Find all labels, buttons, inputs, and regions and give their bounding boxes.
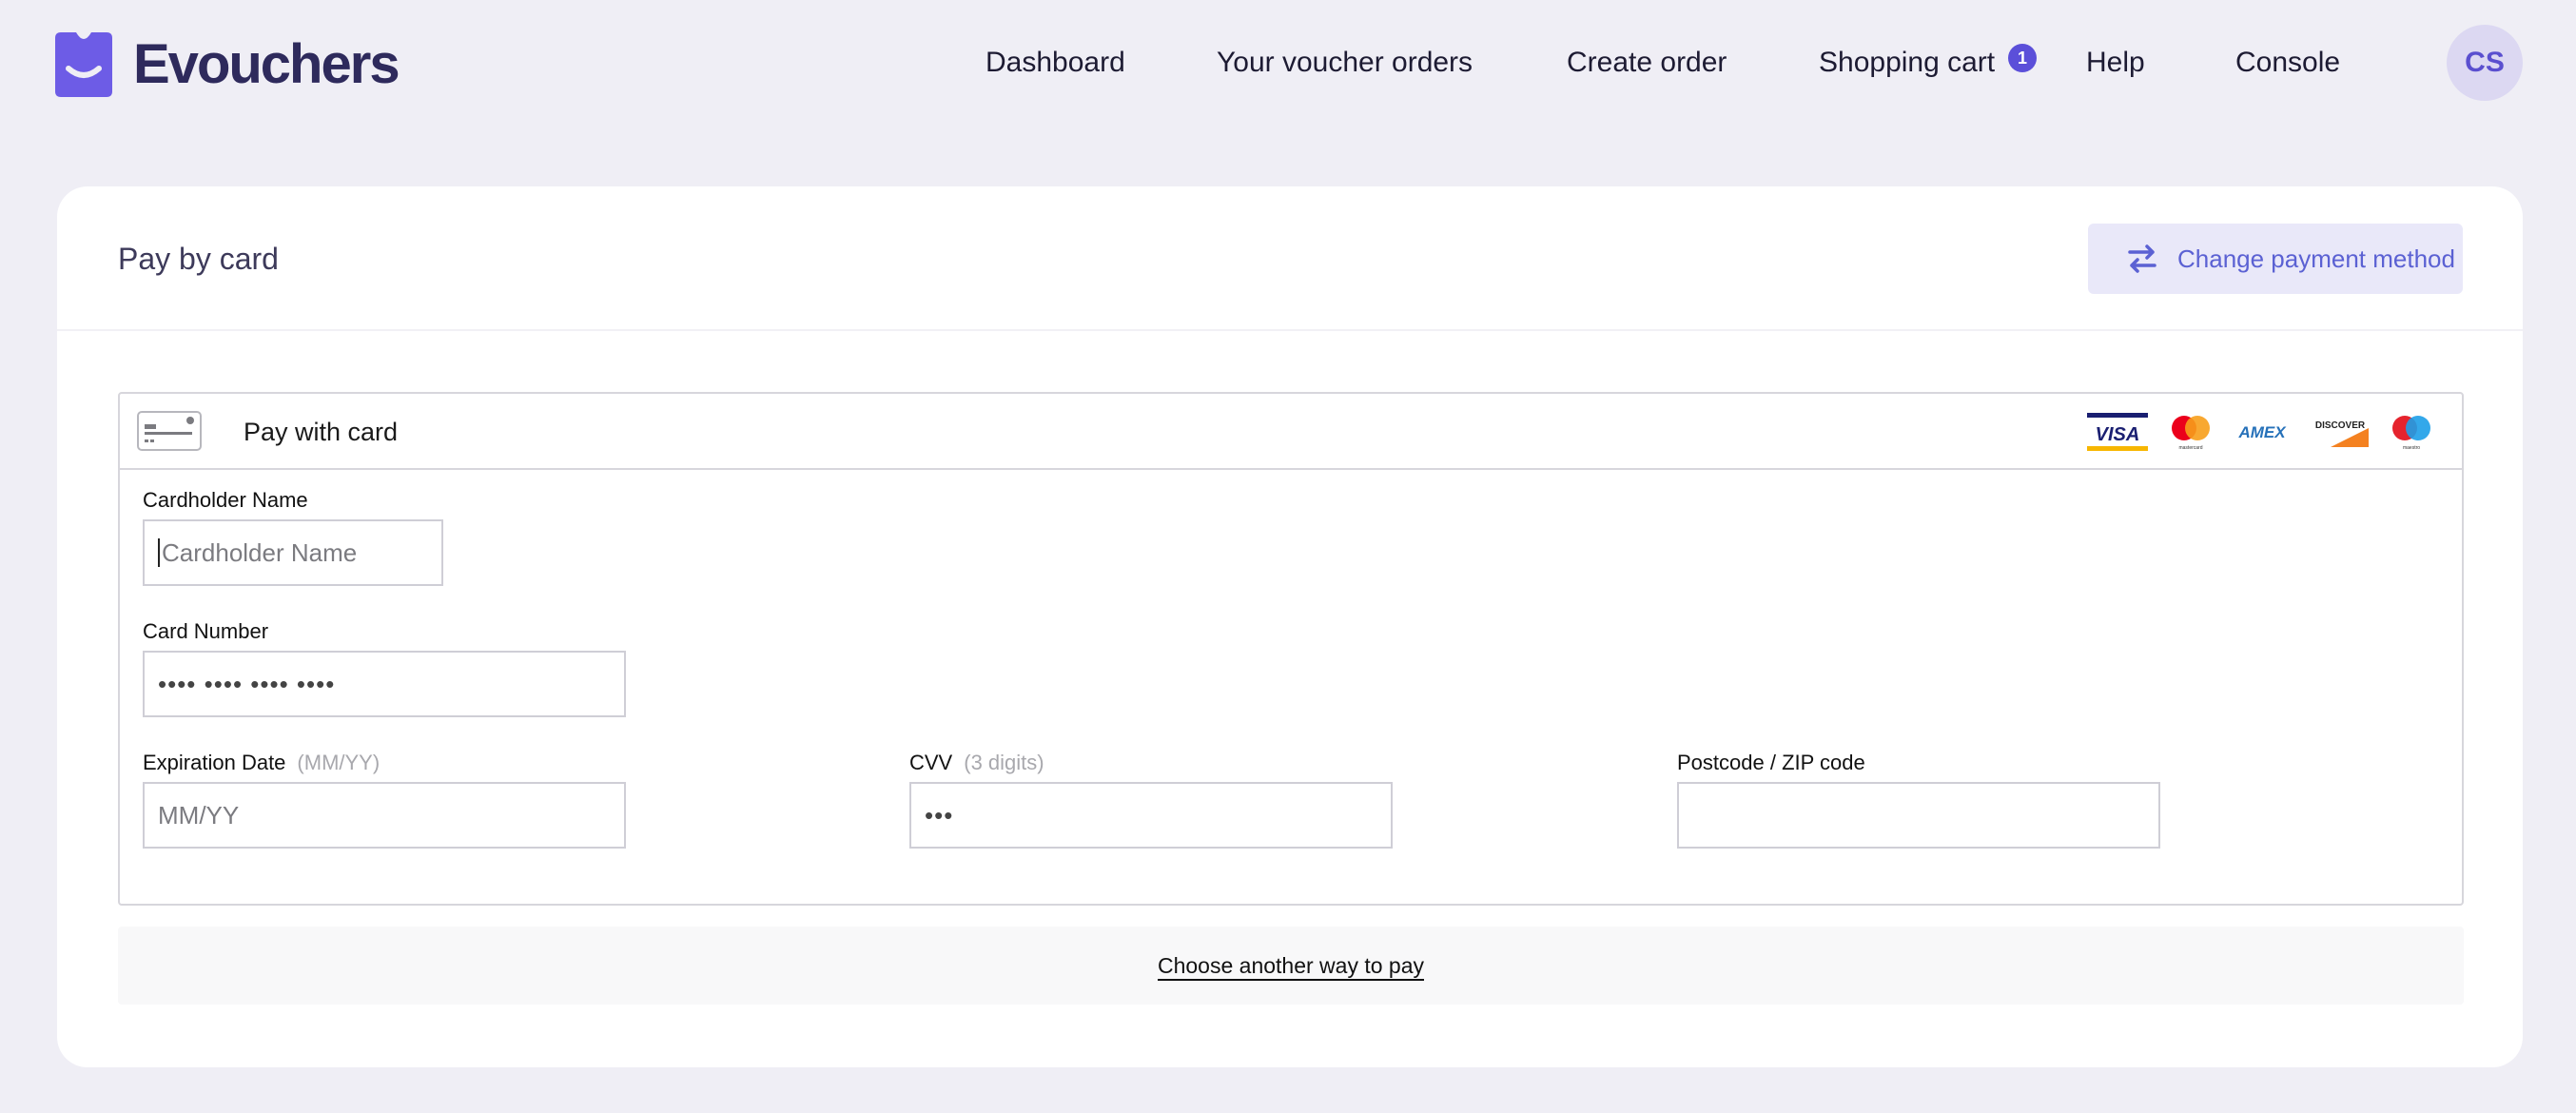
cvv-label-text: CVV — [909, 751, 953, 774]
card-number-input[interactable]: •••• •••• •••• •••• — [143, 651, 626, 717]
cvv-input[interactable]: ••• — [909, 782, 1393, 849]
payment-card: Pay by card Change payment method Pay wi… — [57, 186, 2523, 1067]
expiration-date-input[interactable]: MM/YY — [143, 782, 626, 849]
swap-arrows-icon — [2128, 244, 2156, 273]
expiration-date-placeholder: MM/YY — [158, 801, 240, 830]
main-nav: Dashboard Your voucher orders Create ord… — [0, 38, 2576, 88]
discover-text: DISCOVER — [2315, 420, 2366, 431]
discover-logo-icon: DISCOVER — [2315, 420, 2369, 447]
nav-help[interactable]: Help — [2086, 38, 2145, 88]
card-number-placeholder: •••• •••• •••• •••• — [158, 670, 336, 698]
choose-another-way-label: Choose another way to pay — [1157, 953, 1424, 981]
expiration-date-hint: (MM/YY) — [297, 751, 381, 774]
card-form-title: Pay with card — [244, 418, 399, 446]
change-payment-method-button[interactable]: Change payment method — [2088, 224, 2463, 294]
nav-create-order[interactable]: Create order — [1567, 38, 1727, 88]
user-avatar[interactable]: CS — [2447, 25, 2523, 101]
text-caret — [158, 538, 160, 568]
cart-count-badge: 1 — [2008, 44, 2037, 72]
cardholder-name-placeholder: Cardholder Name — [162, 538, 358, 567]
mastercard-text: mastercard — [2178, 445, 2202, 451]
nav-dashboard[interactable]: Dashboard — [986, 38, 1125, 88]
amex-logo-icon: AMEX — [2237, 423, 2287, 441]
cvv-placeholder: ••• — [925, 801, 954, 830]
card-number-label: Card Number — [143, 619, 269, 643]
maestro-text: maestro — [2403, 445, 2420, 451]
cvv-label: CVV (3 digits) — [909, 750, 1044, 776]
postcode-input[interactable] — [1677, 782, 2160, 849]
postcode-label: Postcode / ZIP code — [1677, 751, 1865, 774]
visa-logo-icon: VISA — [2087, 413, 2148, 451]
nav-voucher-orders[interactable]: Your voucher orders — [1217, 38, 1473, 88]
cardholder-name-input[interactable]: Cardholder Name — [143, 519, 443, 586]
cardholder-name-label: Cardholder Name — [143, 488, 308, 512]
change-payment-method-label: Change payment method — [2177, 244, 2455, 273]
accepted-card-brands: VISA mastercard AMEX DISCOVER maestro — [2066, 413, 2433, 451]
top-header: Evouchers Dashboard Your voucher orders … — [0, 0, 2576, 126]
visa-text: VISA — [2096, 424, 2140, 445]
expiration-date-label-text: Expiration Date — [143, 751, 286, 774]
card-payment-form: Pay with card VISA mastercard AMEX DISCO… — [118, 392, 2464, 906]
card-form-header: Pay with card VISA mastercard AMEX DISCO… — [120, 394, 2462, 470]
alternative-payment-bar: Choose another way to pay — [118, 927, 2464, 1005]
expiration-date-label: Expiration Date (MM/YY) — [143, 750, 380, 776]
nav-console[interactable]: Console — [2235, 38, 2340, 88]
nav-shopping-cart[interactable]: Shopping cart — [1819, 38, 1995, 88]
payment-card-header: Pay by card Change payment method — [57, 186, 2523, 331]
amex-text: AMEX — [2237, 423, 2287, 441]
page-title: Pay by card — [118, 242, 279, 276]
credit-card-icon — [137, 411, 202, 451]
mastercard-logo-icon: mastercard — [2172, 416, 2210, 451]
choose-another-way-link[interactable]: Choose another way to pay — [118, 927, 2464, 1005]
cvv-hint: (3 digits) — [964, 751, 1044, 774]
maestro-logo-icon: maestro — [2392, 416, 2430, 451]
